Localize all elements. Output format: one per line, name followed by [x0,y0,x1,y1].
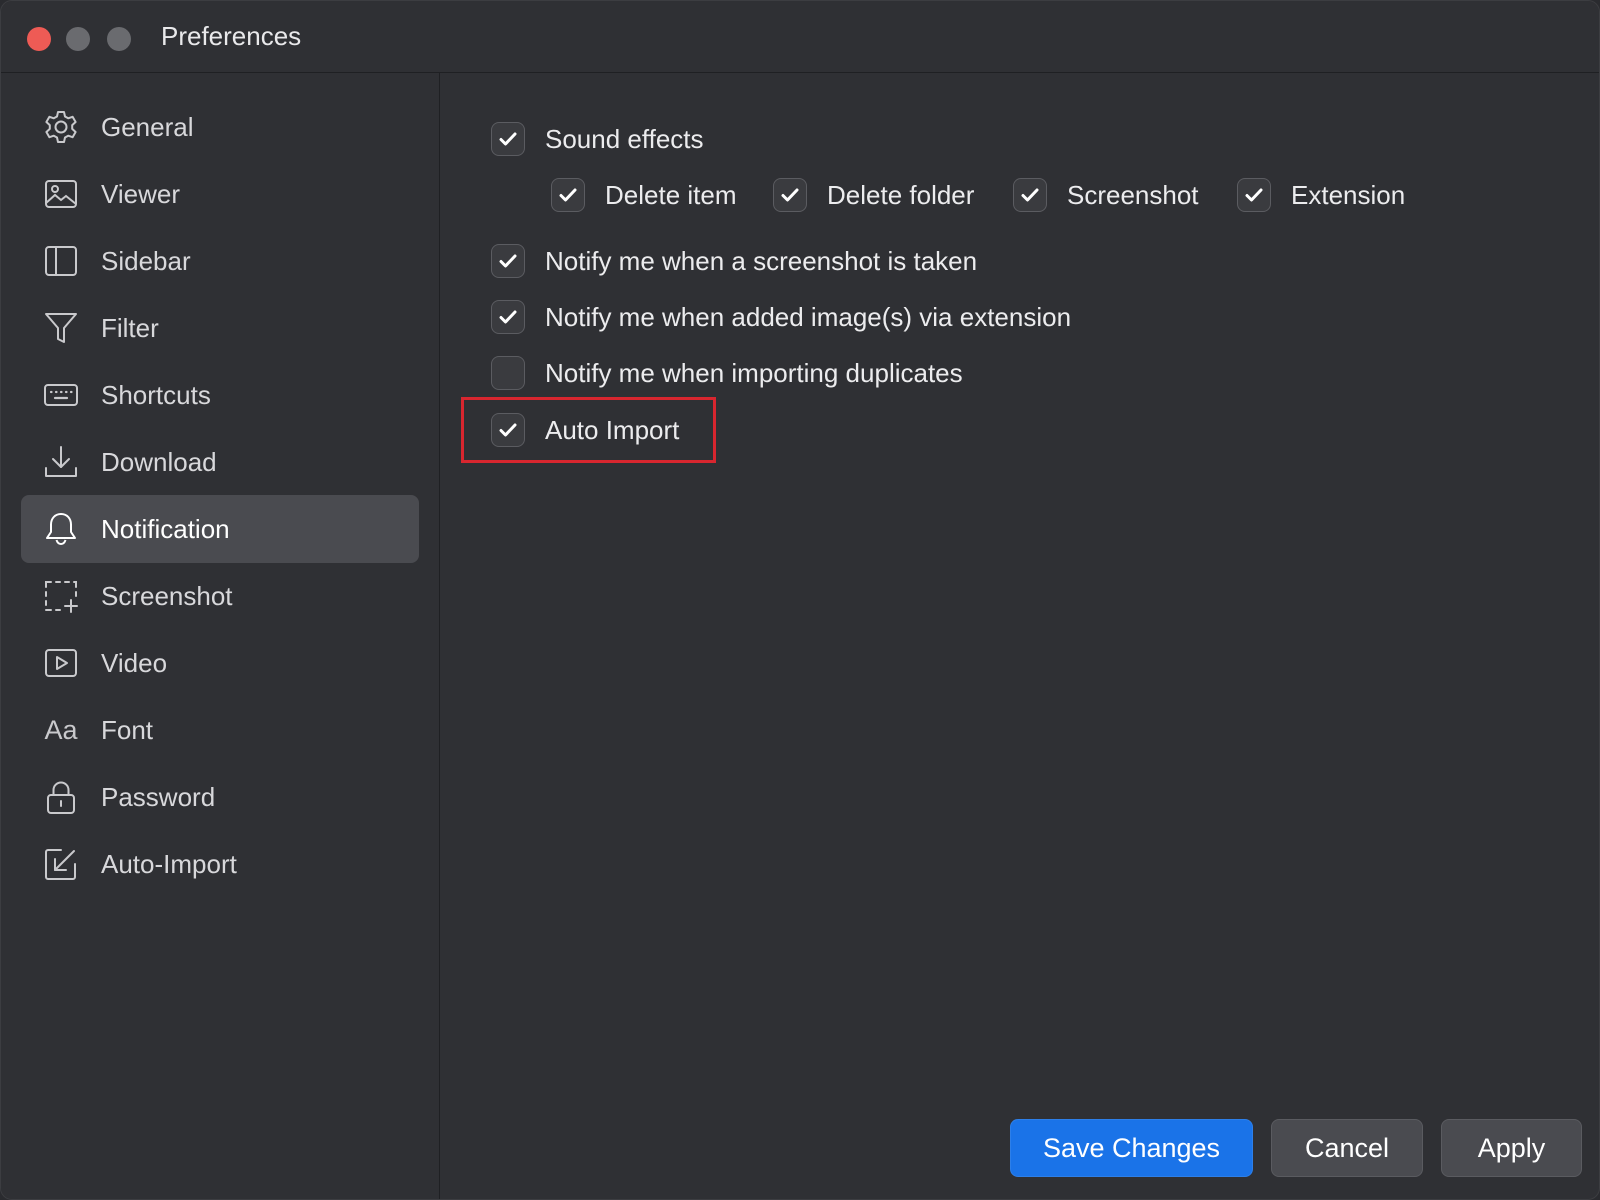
image-icon [41,174,81,214]
extension-sound-checkbox[interactable] [1237,178,1271,212]
sidebar-item-notification[interactable]: Notification [21,495,419,563]
auto-import-icon [41,844,81,884]
sound-delete-folder-option[interactable]: Delete folder [773,175,974,215]
zoom-window-button[interactable] [107,27,131,51]
notify-screenshot-option[interactable]: Notify me when a screenshot is taken [491,241,977,281]
checkmark-icon [499,310,517,324]
sidebar-item-password[interactable]: Password [21,763,419,831]
notification-settings-panel: Sound effects Delete item Delete folder … [440,73,1599,1199]
lock-icon [41,777,81,817]
sidebar-item-label: Shortcuts [101,379,211,410]
sidebar-item-label: Video [101,647,168,678]
sidebar-item-label: Screenshot [101,580,233,611]
gear-icon [41,107,81,147]
download-icon [41,442,81,482]
option-label: Notify me when importing duplicates [545,357,963,388]
option-label: Notify me when a screenshot is taken [545,245,978,276]
sidebar-item-screenshot[interactable]: Screenshot [21,562,419,630]
sidebar-item-label: Download [101,446,217,477]
sidebar-item-label: Sidebar [101,245,191,276]
checkmark-icon [1021,188,1039,202]
notify-duplicates-checkbox[interactable] [491,356,525,390]
close-window-button[interactable] [27,27,51,51]
delete-folder-checkbox[interactable] [773,178,807,212]
notify-extension-checkbox[interactable] [491,300,525,334]
sidebar-item-label: Filter [101,312,159,343]
sidebar-item-filter[interactable]: Filter [21,294,419,362]
sidebar: General Viewer Sidebar Filter Shortcuts … [1,73,440,1199]
sidebar-item-video[interactable]: Video [21,629,419,697]
font-icon: Aa [41,710,81,750]
font-icon-glyph: Aa [44,714,78,745]
save-changes-button[interactable]: Save Changes [1010,1119,1253,1177]
checkmark-icon [1245,188,1263,202]
sound-screenshot-option[interactable]: Screenshot [1013,175,1199,215]
sidebar-item-label: General [101,111,194,142]
notify-extension-option[interactable]: Notify me when added image(s) via extens… [491,297,1071,337]
option-label: Delete folder [827,179,975,210]
checkmark-icon [499,423,517,437]
minimize-window-button[interactable] [66,27,90,51]
screenshot-icon [41,576,81,616]
sound-delete-item-option[interactable]: Delete item [551,175,737,215]
sidebar-item-label: Auto-Import [101,848,237,879]
title-bar: Preferences [1,1,1599,73]
cancel-button[interactable]: Cancel [1271,1119,1423,1177]
preferences-window: Preferences General Viewer Sidebar Filte… [0,0,1600,1200]
option-label: Auto Import [545,414,680,445]
filter-icon [41,308,81,348]
sidebar-item-label: Font [101,714,154,745]
option-label: Extension [1291,179,1406,210]
sidebar-item-download[interactable]: Download [21,428,419,496]
auto-import-option[interactable]: Auto Import [491,410,679,450]
auto-import-checkbox[interactable] [491,413,525,447]
window-title: Preferences [161,21,302,51]
sidebar-item-font[interactable]: Aa Font [21,696,419,764]
checkmark-icon [781,188,799,202]
apply-button[interactable]: Apply [1441,1119,1582,1177]
sidebar-item-shortcuts[interactable]: Shortcuts [21,361,419,429]
sidebar-item-sidebar[interactable]: Sidebar [21,227,419,295]
notify-duplicates-option[interactable]: Notify me when importing duplicates [491,353,963,393]
keyboard-icon [41,375,81,415]
video-icon [41,643,81,683]
sidebar-item-auto-import[interactable]: Auto-Import [21,830,419,898]
sidebar-icon [41,241,81,281]
bell-icon [41,509,81,549]
sidebar-item-viewer[interactable]: Viewer [21,160,419,228]
delete-item-checkbox[interactable] [551,178,585,212]
checkmark-icon [499,254,517,268]
sidebar-item-label: Password [101,781,216,812]
option-label: Delete item [605,179,737,210]
option-label: Sound effects [545,123,704,154]
sidebar-item-label: Viewer [101,178,181,209]
screenshot-sound-checkbox[interactable] [1013,178,1047,212]
sidebar-item-label: Notification [101,513,230,544]
sound-extension-option[interactable]: Extension [1237,175,1405,215]
checkmark-icon [559,188,577,202]
sound-effects-checkbox[interactable] [491,122,525,156]
option-label: Screenshot [1067,179,1199,210]
option-label: Notify me when added image(s) via extens… [545,301,1072,332]
sound-effects-option[interactable]: Sound effects [491,119,704,159]
notify-screenshot-checkbox[interactable] [491,244,525,278]
checkmark-icon [499,132,517,146]
sidebar-item-general[interactable]: General [21,93,419,161]
